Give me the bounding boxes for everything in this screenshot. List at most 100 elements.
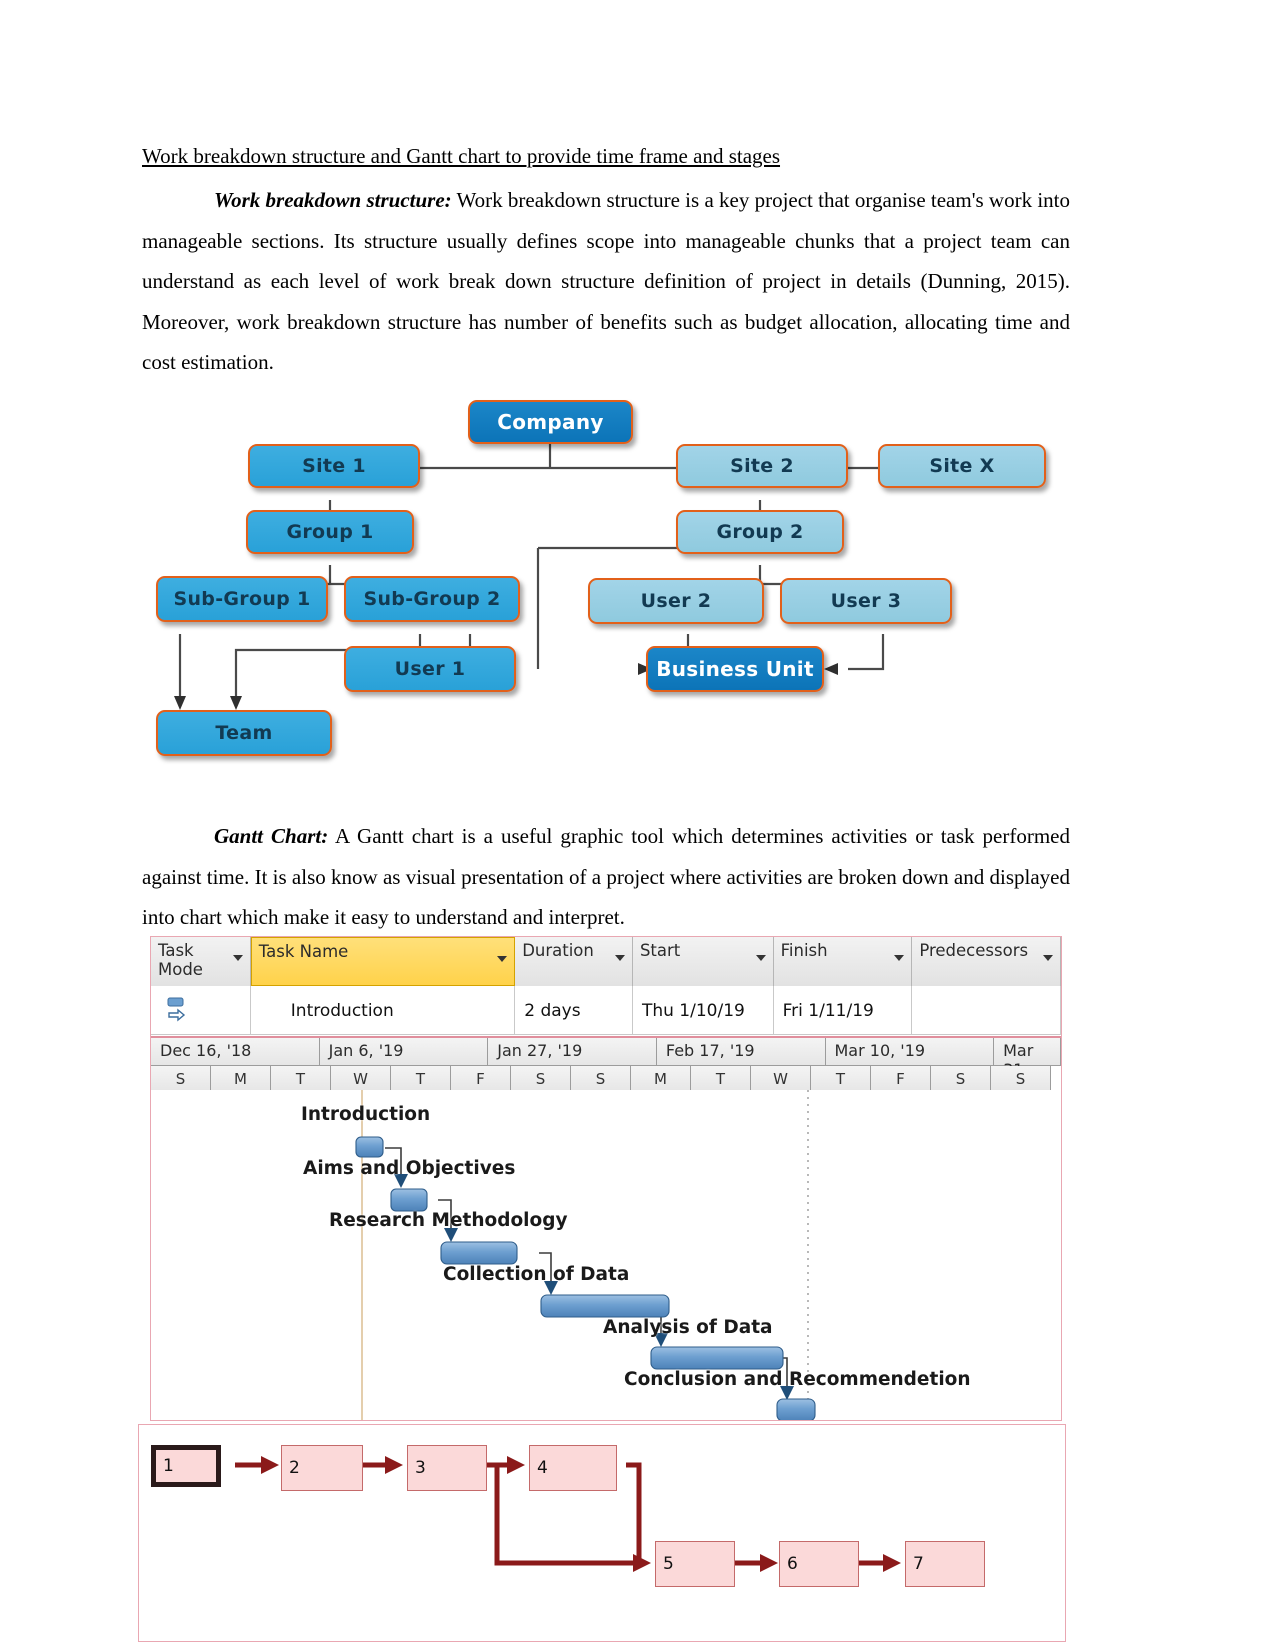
cell-finish[interactable]: Fri 1/11/19 — [774, 986, 913, 1035]
network-node-label: 3 — [415, 1458, 426, 1478]
manually-scheduled-icon — [160, 996, 241, 1026]
wbs-node-label: Group 1 — [286, 521, 374, 543]
chevron-down-icon[interactable] — [894, 955, 905, 961]
network-node-4: 4 — [529, 1445, 617, 1491]
column-header-finish[interactable]: Finish — [773, 937, 913, 986]
timeline-day: S — [511, 1066, 571, 1092]
chevron-down-icon[interactable] — [614, 955, 625, 961]
column-header-label: Task Mode — [158, 941, 203, 979]
wbs-node-label: Group 2 — [716, 521, 804, 543]
wbs-node-site-2: Site 2 — [676, 444, 848, 488]
gantt-chart-screenshot: Task Mode Task Name Duration Start Finis… — [150, 936, 1062, 1421]
timeline-day: T — [811, 1066, 871, 1092]
chevron-down-icon[interactable] — [497, 956, 508, 962]
work-breakdown-structure-diagram: Company Site 1 Site 2 Site X Group 1 Gro… — [148, 388, 1068, 768]
timeline-day: F — [451, 1066, 511, 1092]
column-header-task-name[interactable]: Task Name — [250, 937, 516, 986]
wbs-node-label: Sub-Group 1 — [173, 588, 311, 610]
wbs-node-label: Business Unit — [656, 657, 814, 681]
timeline-month: Feb 17, '19 — [656, 1038, 826, 1066]
column-header-predecessors[interactable]: Predecessors — [912, 937, 1061, 986]
wbs-paragraph: Work breakdown structure: Work breakdown… — [142, 180, 1070, 383]
cell-value: Introduction — [290, 1000, 394, 1021]
column-header-start[interactable]: Start — [632, 937, 774, 986]
cell-value: Thu 1/10/19 — [641, 1000, 745, 1021]
wbs-node-company: Company — [468, 400, 633, 444]
timeline-month: Jan 6, '19 — [319, 1038, 489, 1066]
gantt-bar-label-collection-of-data: Collection of Data — [443, 1264, 630, 1285]
gantt-bar-label-analysis-of-data: Analysis of Data — [603, 1317, 773, 1338]
network-node-label: 6 — [787, 1554, 798, 1574]
timeline-day: T — [271, 1066, 331, 1092]
wbs-node-label: User 2 — [640, 590, 712, 612]
gantt-paragraph-lead: Gantt Chart: — [214, 824, 329, 848]
wbs-node-label: Site 2 — [730, 455, 794, 477]
column-header-duration[interactable]: Duration — [515, 937, 633, 986]
network-node-5: 5 — [655, 1541, 735, 1587]
timeline-day-row: S M T W T F S S M T W T F S S — [151, 1066, 1061, 1092]
network-node-6: 6 — [779, 1541, 859, 1587]
chevron-down-icon[interactable] — [1043, 955, 1053, 961]
timeline-day: W — [331, 1066, 391, 1092]
page-title: Work breakdown structure and Gantt chart… — [142, 144, 781, 168]
chevron-down-icon[interactable] — [755, 955, 766, 961]
gantt-grid-header: Task Mode Task Name Duration Start Finis… — [151, 937, 1061, 1035]
column-header-label: Finish — [780, 941, 828, 960]
column-header-task-mode[interactable]: Task Mode — [151, 937, 251, 986]
network-node-label: 1 — [163, 1456, 174, 1476]
timeline-day: S — [991, 1066, 1051, 1092]
gantt-column-header-row: Task Mode Task Name Duration Start Finis… — [151, 937, 1061, 986]
column-header-label: Start — [639, 941, 681, 960]
network-node-label: 2 — [289, 1458, 300, 1478]
gantt-bar-label-conclusion-and-recommendetion: Conclusion and Recommendetion — [624, 1369, 971, 1390]
wbs-node-group-2: Group 2 — [676, 510, 844, 554]
cell-duration[interactable]: 2 days — [515, 986, 633, 1035]
timeline-day: S — [931, 1066, 991, 1092]
timeline-month: Dec 16, '18 — [151, 1038, 320, 1066]
network-node-label: 7 — [913, 1554, 924, 1574]
column-header-label: Predecessors — [919, 941, 1029, 960]
column-header-label: Task Name — [258, 942, 349, 961]
chevron-down-icon[interactable] — [232, 955, 243, 961]
wbs-node-label: Company — [497, 410, 604, 434]
wbs-node-label: User 1 — [394, 658, 466, 680]
timeline-month: Jan 27, '19 — [488, 1038, 657, 1066]
wbs-node-site-1: Site 1 — [248, 444, 420, 488]
wbs-node-label: Site 1 — [302, 455, 366, 477]
table-row[interactable]: Introduction 2 days Thu 1/10/19 Fri 1/11… — [151, 986, 1061, 1035]
timeline-day: S — [151, 1066, 211, 1092]
cell-predecessors[interactable] — [912, 986, 1061, 1035]
column-header-label: Duration — [522, 941, 594, 960]
wbs-paragraph-lead: Work breakdown structure: — [214, 188, 452, 212]
gantt-timeline-header: Dec 16, '18 Jan 6, '19 Jan 27, '19 Feb 1… — [151, 1036, 1061, 1092]
wbs-node-sub-group-1: Sub-Group 1 — [156, 576, 328, 622]
network-node-3: 3 — [407, 1445, 487, 1491]
cell-value: 2 days — [524, 1000, 581, 1021]
wbs-node-team: Team — [156, 710, 332, 756]
timeline-month: Mar 10, '19 — [825, 1038, 995, 1066]
gantt-bar-label-research-methodology: Research Methodology — [329, 1210, 568, 1231]
network-node-label: 5 — [663, 1554, 674, 1574]
wbs-node-user-2: User 2 — [588, 578, 764, 624]
network-node-1: 1 — [151, 1445, 221, 1487]
wbs-node-site-x: Site X — [878, 444, 1046, 488]
cell-value: Fri 1/11/19 — [782, 1000, 874, 1021]
network-node-label: 4 — [537, 1458, 548, 1478]
cell-task-name[interactable]: Introduction — [251, 986, 516, 1035]
wbs-node-label: Site X — [929, 455, 995, 477]
gantt-paragraph: Gantt Chart: A Gantt chart is a useful g… — [142, 816, 1070, 938]
wbs-node-group-1: Group 1 — [246, 510, 414, 554]
wbs-node-label: User 3 — [830, 590, 902, 612]
cell-start[interactable]: Thu 1/10/19 — [633, 986, 774, 1035]
wbs-node-label: Sub-Group 2 — [363, 588, 501, 610]
wbs-paragraph-body: Work breakdown structure is a key projec… — [142, 188, 1070, 374]
gantt-bar-label-aims-and-objectives: Aims and Objectives — [303, 1158, 516, 1179]
document-page: Work breakdown structure and Gantt chart… — [0, 0, 1275, 1651]
network-node-7: 7 — [905, 1541, 985, 1587]
network-node-2: 2 — [281, 1445, 363, 1491]
timeline-day: W — [751, 1066, 811, 1092]
wbs-node-user-3: User 3 — [780, 578, 952, 624]
timeline-month: Mar 31, — [994, 1038, 1061, 1079]
cell-task-mode[interactable] — [151, 986, 251, 1035]
wbs-node-user-1: User 1 — [344, 646, 516, 692]
